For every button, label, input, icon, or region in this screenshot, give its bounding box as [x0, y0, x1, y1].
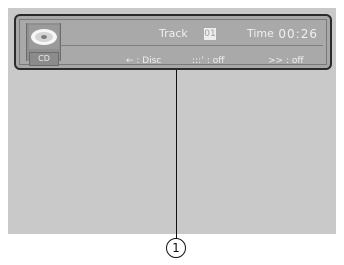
track-number: 01	[204, 28, 216, 40]
source-sidebar: CD	[26, 23, 61, 66]
track-time-row: Track 01 Time 00:26	[64, 26, 318, 42]
elapsed-time: 00:26	[278, 27, 318, 41]
repeat-mode: ← : Disc	[126, 56, 162, 66]
scan-mode: >> : off	[268, 56, 304, 66]
disc-icon	[29, 25, 59, 49]
random-mode: :::’ : off	[192, 56, 225, 66]
callout-number: 1	[166, 238, 186, 258]
panel-inner: CD Track 01 Time 00:26 ← : Disc :::’ : o…	[19, 19, 327, 66]
callout-leader-line	[176, 70, 177, 238]
mode-row: ← : Disc :::’ : off >> : off	[64, 53, 318, 69]
cd-status-panel: CD Track 01 Time 00:26 ← : Disc :::’ : o…	[14, 14, 332, 70]
row-divider	[60, 45, 323, 46]
track-label: Track	[159, 27, 188, 40]
time-label: Time	[247, 27, 274, 40]
cd-source-button[interactable]: CD	[29, 52, 59, 66]
